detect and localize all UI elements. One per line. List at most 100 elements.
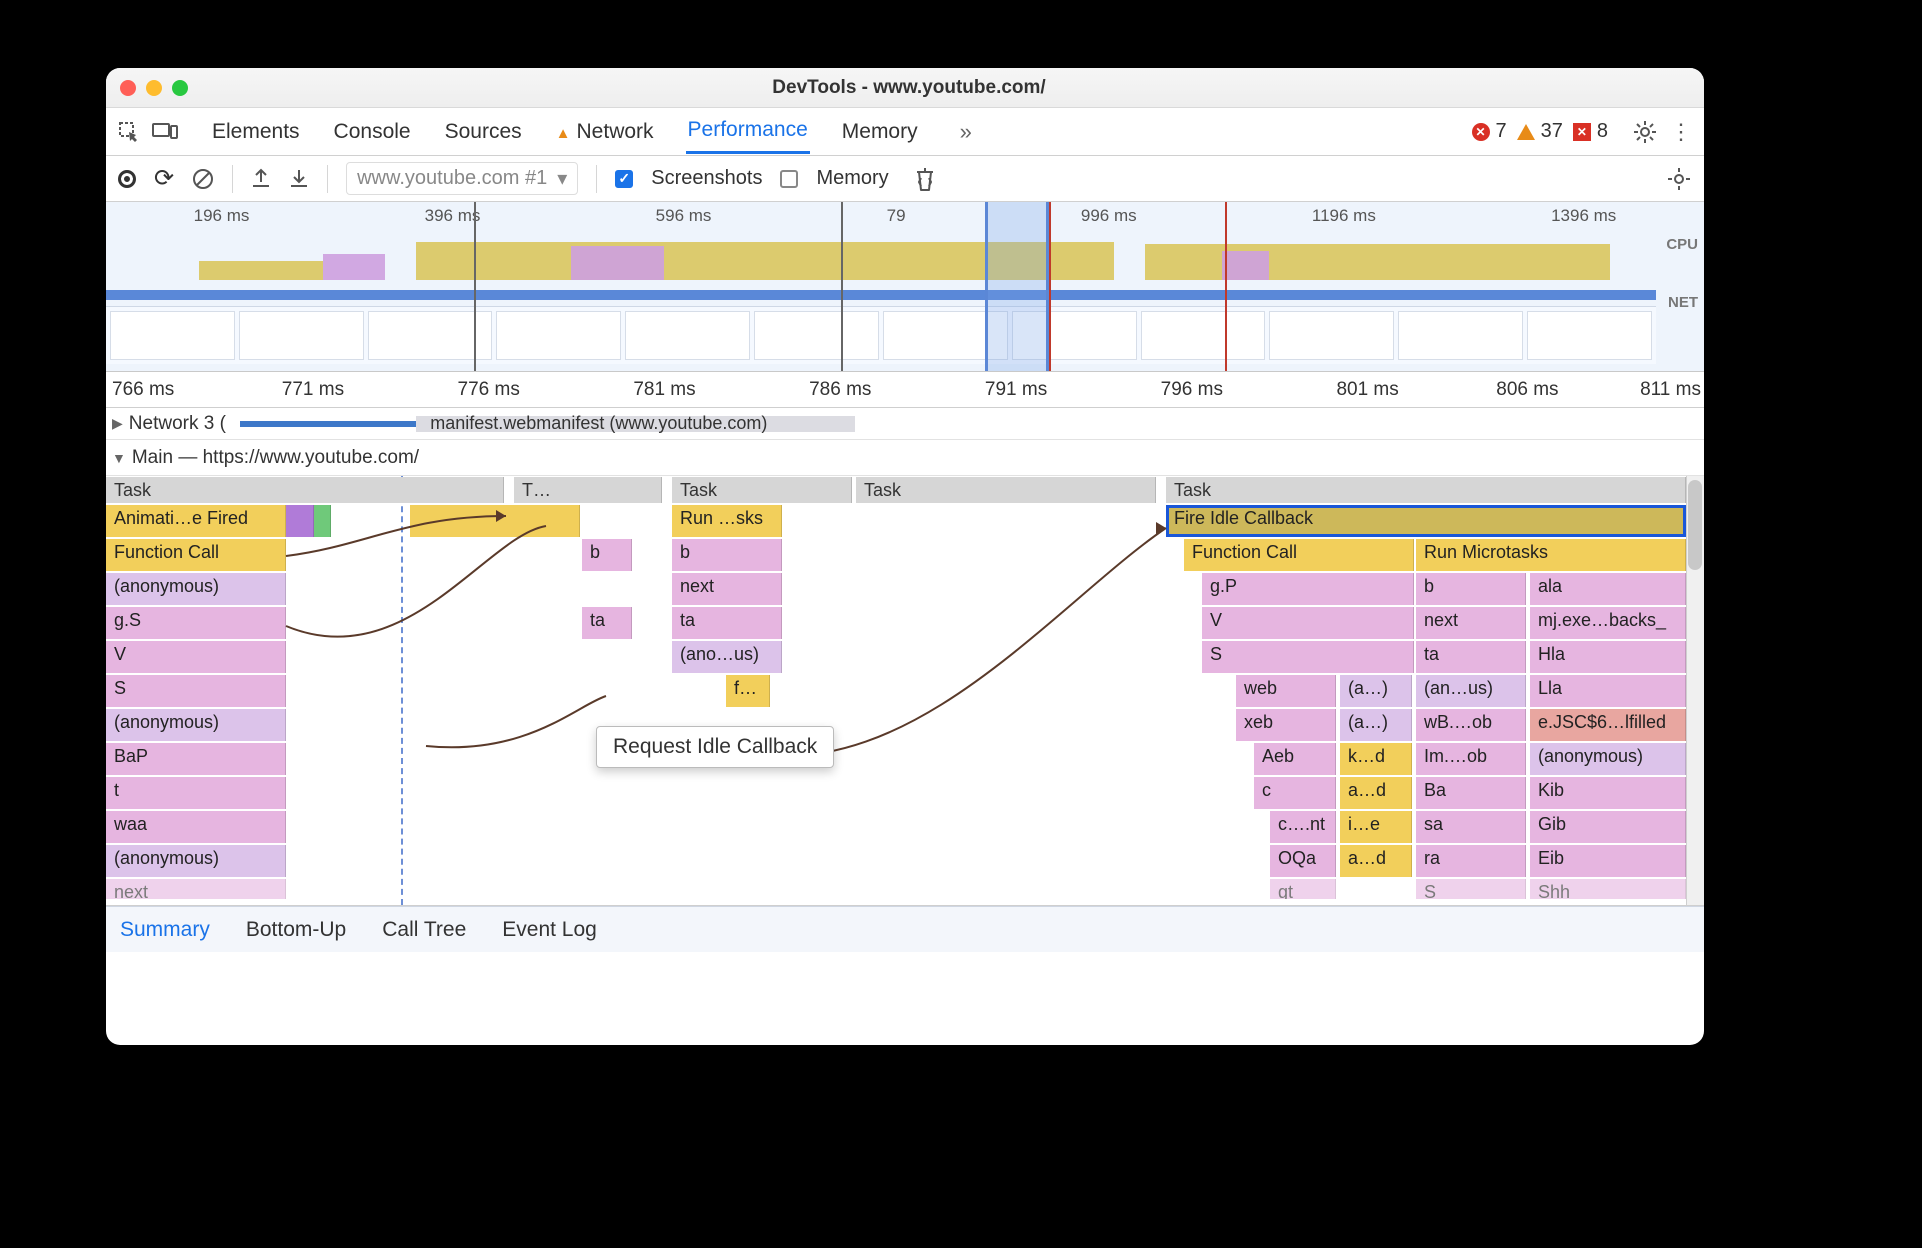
flame-scrollbar-track[interactable] <box>1686 476 1704 905</box>
flame-scrollbar-thumb[interactable] <box>1688 480 1702 570</box>
reload-button[interactable]: ⟳ <box>154 164 174 193</box>
flame-chip[interactable]: wB.…ob <box>1416 709 1526 741</box>
tab-event-log[interactable]: Event Log <box>502 918 597 942</box>
flame-chip[interactable]: Run Microtasks <box>1416 539 1686 571</box>
error-count-badge[interactable]: ✕ 7 <box>1472 120 1507 143</box>
window-minimize-button[interactable] <box>146 80 162 96</box>
flame-chip[interactable]: a…d <box>1340 845 1412 877</box>
flame-chip[interactable]: Aeb <box>1254 743 1336 775</box>
flame-chip[interactable]: mj.exe…backs_ <box>1530 607 1686 639</box>
flame-chip[interactable]: (anonymous) <box>106 845 286 877</box>
flame-chip[interactable] <box>286 505 314 537</box>
flame-chip[interactable]: Shh <box>1530 879 1686 899</box>
tab-performance[interactable]: Performance <box>686 109 810 154</box>
flame-chip[interactable]: (anonymous) <box>106 709 286 741</box>
flame-chip[interactable]: S <box>1202 641 1414 673</box>
task-chip[interactable]: T… <box>514 477 662 503</box>
tab-elements[interactable]: Elements <box>210 111 302 153</box>
flame-chip[interactable]: Function Call <box>1184 539 1414 571</box>
task-chip[interactable]: Task <box>106 477 504 503</box>
flame-chip[interactable]: Im.…ob <box>1416 743 1526 775</box>
flame-chip[interactable]: S <box>106 675 286 707</box>
flame-chip[interactable]: f… <box>726 675 770 707</box>
inspect-icon[interactable] <box>116 119 142 145</box>
flame-chip[interactable]: waa <box>106 811 286 843</box>
main-track-header[interactable]: ▼ Main — https://www.youtube.com/ <box>106 440 1704 476</box>
flame-chip[interactable]: (anonymous) <box>1530 743 1686 775</box>
flame-chip[interactable]: ra <box>1416 845 1526 877</box>
flame-chip[interactable] <box>410 505 580 537</box>
record-button[interactable] <box>118 170 136 188</box>
flame-chip[interactable]: ta <box>672 607 782 639</box>
more-tabs-icon[interactable]: » <box>960 119 972 145</box>
network-track[interactable]: ▶ Network 3 ( manifest.webmanifest (www.… <box>106 408 1704 440</box>
flame-chip[interactable] <box>314 505 331 537</box>
flame-chip[interactable]: web <box>1236 675 1336 707</box>
tab-summary[interactable]: Summary <box>120 918 210 942</box>
flame-chip[interactable]: c….nt <box>1270 811 1336 843</box>
tab-call-tree[interactable]: Call Tree <box>382 918 466 942</box>
flame-chip[interactable]: Run …sks <box>672 505 782 537</box>
collapse-icon[interactable]: ▼ <box>112 450 126 466</box>
task-chip[interactable]: Task <box>856 477 1156 503</box>
tab-console[interactable]: Console <box>332 111 413 153</box>
flame-chip[interactable]: a…d <box>1340 777 1412 809</box>
window-zoom-button[interactable] <box>172 80 188 96</box>
clear-button[interactable] <box>192 168 214 190</box>
flame-chip[interactable]: g.S <box>106 607 286 639</box>
flame-chip[interactable]: (a…) <box>1340 675 1412 707</box>
flame-chip[interactable]: V <box>106 641 286 673</box>
flame-chip[interactable]: BaP <box>106 743 286 775</box>
gear-icon[interactable] <box>1632 119 1658 145</box>
flame-chip[interactable]: next <box>672 573 782 605</box>
profile-select[interactable]: www.youtube.com #1 ▾ <box>346 162 578 195</box>
overview-timeline[interactable]: 196 ms 396 ms 596 ms 79 996 ms 1196 ms 1… <box>106 202 1704 372</box>
tab-memory[interactable]: Memory <box>840 111 920 153</box>
flame-chip[interactable]: Hla <box>1530 641 1686 673</box>
kebab-menu-icon[interactable]: ⋮ <box>1668 119 1694 145</box>
warning-count-badge[interactable]: 37 <box>1517 120 1563 143</box>
flame-chip[interactable]: (a…) <box>1340 709 1412 741</box>
flame-chip[interactable]: OQa <box>1270 845 1336 877</box>
flame-chip[interactable]: xeb <box>1236 709 1336 741</box>
flame-chip[interactable]: S <box>1416 879 1526 899</box>
flame-chip[interactable]: ala <box>1530 573 1686 605</box>
flame-chip[interactable]: Animati…e Fired <box>106 505 286 537</box>
flame-chip[interactable]: c <box>1254 777 1336 809</box>
flame-chip[interactable]: next <box>1416 607 1526 639</box>
tab-sources[interactable]: Sources <box>443 111 524 153</box>
flame-chip[interactable]: next <box>106 879 286 899</box>
flame-chip[interactable]: V <box>1202 607 1414 639</box>
flame-chip[interactable]: ta <box>582 607 632 639</box>
flame-chip[interactable]: gt <box>1270 879 1336 899</box>
flame-chip[interactable]: e.JSC$6…lfilled <box>1530 709 1686 741</box>
task-chip[interactable]: Task <box>672 477 852 503</box>
expand-icon[interactable]: ▶ <box>112 415 123 432</box>
flame-chip[interactable]: k…d <box>1340 743 1412 775</box>
flame-chip[interactable]: b <box>1416 573 1526 605</box>
window-close-button[interactable] <box>120 80 136 96</box>
flame-chip[interactable]: Kib <box>1530 777 1686 809</box>
flame-chip[interactable]: i…e <box>1340 811 1412 843</box>
memory-checkbox[interactable] <box>780 170 798 188</box>
screenshots-checkbox[interactable]: ✓ <box>615 170 633 188</box>
flame-chip[interactable]: b <box>582 539 632 571</box>
detail-ruler[interactable]: 766 ms 771 ms 776 ms 781 ms 786 ms 791 m… <box>106 372 1704 408</box>
flame-chip[interactable]: (an…us) <box>1416 675 1526 707</box>
tab-bottom-up[interactable]: Bottom-Up <box>246 918 346 942</box>
flame-chip[interactable]: g.P <box>1202 573 1414 605</box>
flame-chip[interactable]: sa <box>1416 811 1526 843</box>
flame-chip[interactable]: ta <box>1416 641 1526 673</box>
flame-chip[interactable]: Ba <box>1416 777 1526 809</box>
flame-chip[interactable]: Eib <box>1530 845 1686 877</box>
collect-garbage-button[interactable] <box>913 166 937 192</box>
flame-chip[interactable]: (ano…us) <box>672 641 782 673</box>
network-item[interactable]: manifest.webmanifest (www.youtube.com) <box>430 413 767 434</box>
flame-chip[interactable]: Lla <box>1530 675 1686 707</box>
device-toggle-icon[interactable] <box>152 119 178 145</box>
tab-network[interactable]: Network <box>554 111 656 153</box>
flame-chip[interactable]: Function Call <box>106 539 286 571</box>
upload-button[interactable] <box>251 168 271 190</box>
flame-chip-selected[interactable]: Fire Idle Callback <box>1166 505 1686 537</box>
issue-count-badge[interactable]: ✕ 8 <box>1573 120 1608 143</box>
